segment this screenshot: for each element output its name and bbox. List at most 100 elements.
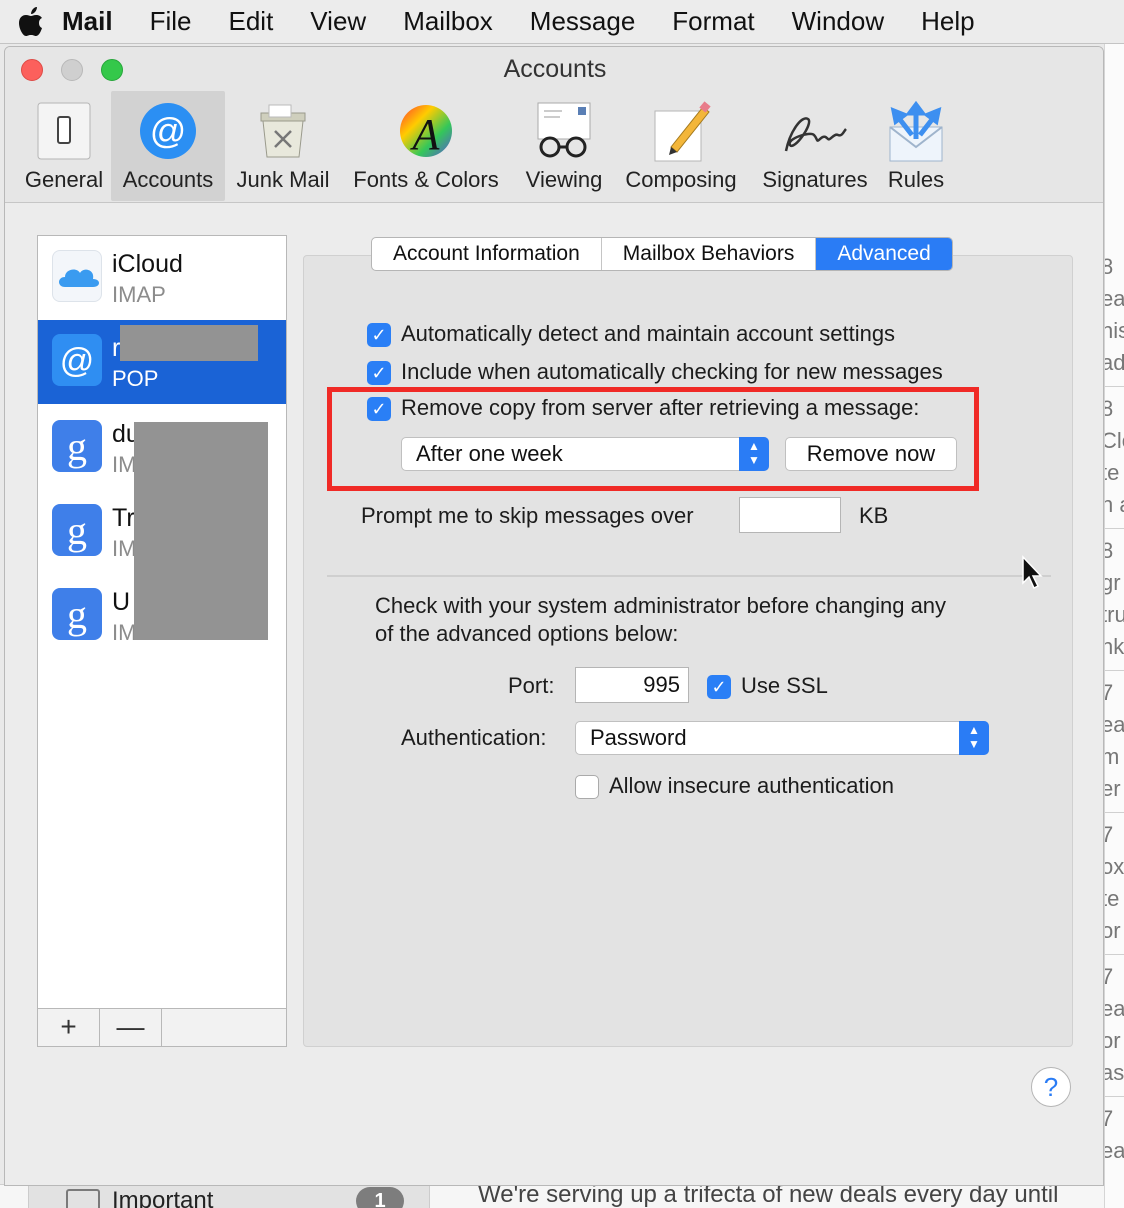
skip-size-input[interactable] — [739, 497, 841, 533]
toolbar-composing[interactable]: Composing — [619, 91, 743, 201]
background-row-separator — [1105, 670, 1124, 671]
unread-badge: 1 — [356, 1187, 404, 1208]
google-icon: g — [52, 588, 102, 640]
preferences-toolbar: Accounts General @ Accounts Junk Mail A … — [5, 47, 1103, 203]
account-row-pop[interactable]: @ r POP — [38, 320, 286, 404]
background-text-fragment: nk — [1105, 634, 1124, 659]
toolbar-general[interactable]: General — [19, 91, 109, 201]
svg-text:g: g — [67, 424, 87, 469]
background-text-fragment: 7 — [1105, 680, 1113, 706]
apple-menu-icon[interactable] — [0, 6, 62, 37]
background-text-fragment: 7 — [1105, 964, 1113, 990]
toolbar-fonts-colors-label: Fonts & Colors — [353, 167, 499, 192]
menu-help[interactable]: Help — [921, 6, 974, 37]
authentication-value: Password — [590, 725, 687, 750]
menu-file[interactable]: File — [150, 6, 192, 37]
toolbar-signatures[interactable]: Signatures — [753, 91, 877, 201]
toolbar-viewing[interactable]: Viewing — [517, 91, 611, 201]
port-input[interactable]: 995 — [575, 667, 689, 703]
use-ssl-checkbox[interactable]: ✓ — [707, 675, 731, 699]
background-text-fragment: his — [1105, 318, 1124, 343]
account-type: POP — [112, 366, 159, 391]
icloud-icon — [52, 250, 102, 302]
auto-detect-checkbox[interactable]: ✓ — [367, 323, 391, 347]
background-text-fragment: 7 — [1105, 822, 1113, 848]
menu-format[interactable]: Format — [672, 6, 754, 37]
authentication-label: Authentication: — [401, 725, 547, 750]
message-preview[interactable]: We're serving up a trifecta of new deals… — [478, 1185, 1058, 1208]
allow-insecure-label: Allow insecure authentication — [609, 773, 894, 798]
accounts-preferences-window: Accounts General @ Accounts Junk Mail A … — [4, 46, 1104, 1186]
background-text-fragment: te — [1105, 460, 1120, 485]
toolbar-rules[interactable]: Rules — [883, 91, 949, 201]
composing-icon — [649, 101, 713, 168]
background-row-separator — [1105, 528, 1124, 529]
account-row-icloud[interactable]: iCloud IMAP — [38, 236, 286, 320]
toolbar-viewing-label: Viewing — [525, 167, 603, 192]
mailbox-important-label[interactable]: Important — [112, 1187, 213, 1208]
background-text-fragment: ea — [1105, 286, 1124, 312]
admin-note-line-2: of the advanced options below: — [375, 621, 679, 646]
background-row-separator — [1105, 954, 1124, 955]
background-text-fragment: tru — [1105, 602, 1124, 627]
toolbar-accounts[interactable]: @ Accounts — [111, 91, 225, 201]
tab-mailbox-behaviors[interactable]: Mailbox Behaviors — [602, 238, 817, 270]
at-sign-icon: @ — [52, 334, 102, 386]
menu-view[interactable]: View — [310, 6, 366, 37]
account-type: IMAP — [112, 282, 166, 307]
menu-edit[interactable]: Edit — [228, 6, 273, 37]
tab-account-information[interactable]: Account Information — [372, 238, 602, 270]
svg-text:g: g — [67, 592, 87, 637]
background-row-separator — [1105, 386, 1124, 387]
background-message-list: 8 ea his ad 8 Clo te n a 8 gr tru nk 7 ea m er 7 ox te or 7 e… — [1104, 44, 1124, 1208]
svg-text:@: @ — [60, 342, 95, 380]
redaction-block — [134, 422, 268, 640]
menu-mailbox[interactable]: Mailbox — [403, 6, 493, 37]
account-tabs: Account Information Mailbox Behaviors Ad… — [371, 237, 953, 271]
background-text-fragment: gr — [1105, 570, 1121, 595]
account-type: IM — [112, 620, 137, 645]
background-text-fragment: ea — [1105, 996, 1124, 1022]
signatures-icon — [780, 101, 850, 166]
background-text-fragment: ox — [1105, 854, 1124, 879]
auto-detect-label: Automatically detect and maintain accoun… — [401, 321, 896, 346]
section-divider — [327, 575, 1051, 577]
toolbar-junk-mail-label: Junk Mail — [236, 167, 330, 192]
background-text-fragment: ea — [1105, 712, 1124, 738]
menu-mail[interactable]: Mail — [62, 6, 113, 37]
svg-text:g: g — [67, 508, 87, 553]
menu-bar: Mail File Edit View Mailbox Message Form… — [0, 0, 1124, 44]
fonts-colors-icon: A — [396, 101, 456, 166]
background-text-fragment: or — [1105, 1028, 1121, 1053]
accounts-list: iCloud IMAP @ r POP g du IM g Tr IM g U … — [37, 235, 287, 1047]
account-name: iCloud — [112, 250, 183, 278]
menu-window[interactable]: Window — [792, 6, 884, 37]
background-text-fragment: m — [1105, 744, 1119, 770]
toolbar-signatures-label: Signatures — [762, 167, 868, 192]
menu-message[interactable]: Message — [530, 6, 636, 37]
authentication-select[interactable]: Password ▲ ▼ — [575, 721, 989, 755]
toolbar-composing-label: Composing — [625, 167, 737, 192]
background-row-separator — [1105, 812, 1124, 813]
background-text-fragment: n a — [1105, 492, 1124, 518]
tab-advanced[interactable]: Advanced — [816, 238, 952, 270]
background-text-fragment: ea — [1105, 1138, 1124, 1164]
allow-insecure-checkbox[interactable] — [575, 775, 599, 799]
google-icon: g — [52, 504, 102, 556]
background-mailbox-bar: Important 1 We're serving up a trifecta … — [0, 1184, 1104, 1208]
toolbar-fonts-colors[interactable]: A Fonts & Colors — [345, 91, 507, 201]
red-highlight-box — [327, 387, 979, 491]
background-text-fragment: te — [1105, 886, 1120, 911]
add-account-button[interactable]: + — [38, 1009, 100, 1047]
help-button[interactable]: ? — [1031, 1067, 1071, 1107]
rules-icon — [886, 100, 946, 168]
junk-mail-icon — [253, 101, 313, 166]
general-icon — [36, 101, 92, 166]
toolbar-junk-mail[interactable]: Junk Mail — [231, 91, 335, 201]
background-text-fragment: 8 — [1105, 396, 1113, 422]
toolbar-accounts-label: Accounts — [122, 167, 214, 192]
toolbar-rules-label: Rules — [887, 167, 945, 192]
port-label: Port: — [508, 673, 555, 698]
remove-account-button[interactable]: — — [100, 1009, 162, 1047]
include-check-checkbox[interactable]: ✓ — [367, 361, 391, 385]
